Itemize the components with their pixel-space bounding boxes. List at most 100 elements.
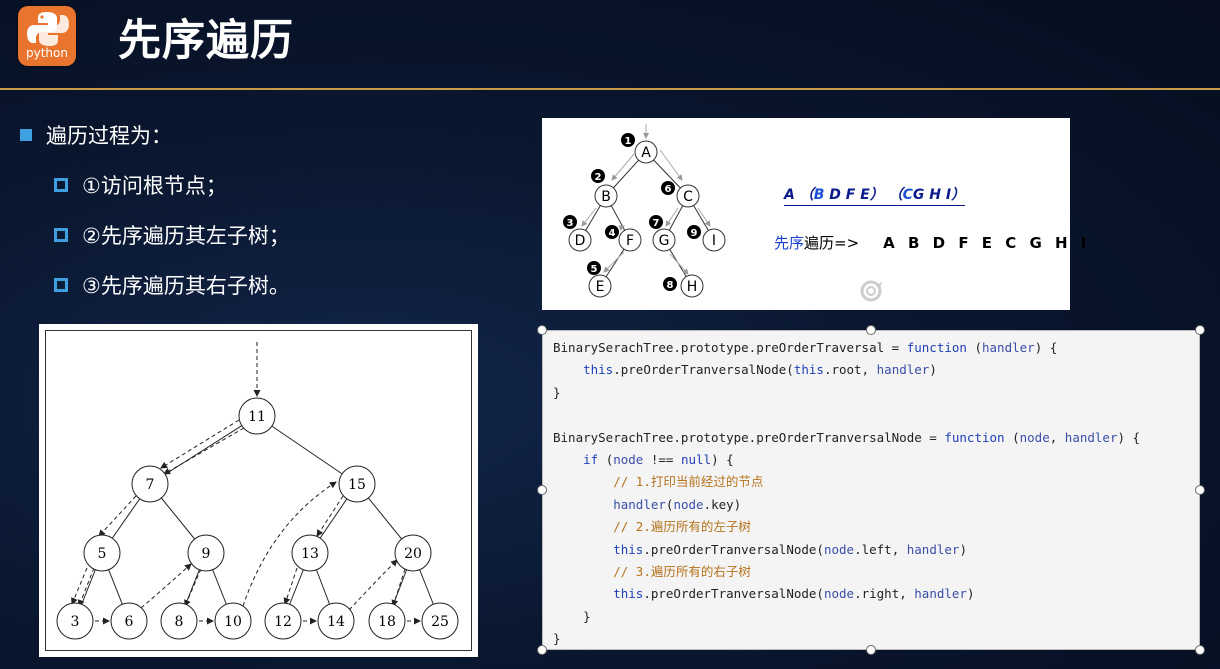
resize-handle[interactable] bbox=[1195, 485, 1205, 495]
code-line: } bbox=[553, 606, 1140, 628]
tree-node: E bbox=[588, 274, 612, 298]
tree-node: I bbox=[702, 228, 726, 252]
bullet-main: 遍历过程为： bbox=[20, 120, 172, 150]
preorder-result-line: 先序遍历=> A B D F E C G H I bbox=[774, 232, 1090, 253]
resize-handle[interactable] bbox=[537, 485, 547, 495]
svg-text:A: A bbox=[641, 145, 651, 161]
svg-text:3: 3 bbox=[71, 614, 80, 630]
svg-text:H: H bbox=[687, 279, 698, 295]
code-token: !== bbox=[643, 452, 681, 468]
code-line: BinarySerachTree.prototype.preOrderTranv… bbox=[553, 427, 1140, 449]
seq-paren: ） bbox=[869, 187, 884, 203]
code-token: function bbox=[944, 429, 1005, 445]
code-line: BinarySerachTree.prototype.preOrderTrave… bbox=[553, 337, 1140, 359]
svg-text:7: 7 bbox=[146, 477, 155, 493]
tree-node: F bbox=[618, 228, 642, 252]
svg-text:13: 13 bbox=[301, 546, 319, 562]
resize-handle[interactable] bbox=[537, 645, 547, 655]
resize-handle[interactable] bbox=[866, 325, 876, 335]
bullet-item-text: ②先序遍历其左子树； bbox=[82, 224, 290, 248]
resize-handle[interactable] bbox=[537, 325, 547, 335]
svg-text:D: D bbox=[575, 233, 586, 249]
slide-title: 先序遍历 bbox=[118, 16, 294, 66]
svg-text:25: 25 bbox=[431, 614, 449, 630]
code-token: // 3.遍历所有的右子树 bbox=[613, 564, 751, 580]
code-token: node bbox=[823, 541, 855, 557]
code-line: } bbox=[553, 628, 1140, 650]
svg-text:6: 6 bbox=[125, 614, 134, 630]
bst-node: 6 bbox=[110, 602, 148, 640]
bst-node: 25 bbox=[421, 602, 459, 640]
svg-text:2: 2 bbox=[595, 172, 602, 183]
svg-text:12: 12 bbox=[274, 614, 292, 630]
svg-text:8: 8 bbox=[175, 614, 184, 630]
svg-text:9: 9 bbox=[202, 546, 211, 562]
code-line: } bbox=[553, 382, 1140, 404]
code-line: // 3.遍历所有的右子树 bbox=[553, 561, 1140, 583]
code-block[interactable]: BinarySerachTree.prototype.preOrderTrave… bbox=[542, 330, 1200, 650]
code-token: if bbox=[583, 452, 599, 468]
code-token: ( bbox=[598, 452, 614, 468]
svg-text:10: 10 bbox=[224, 614, 242, 630]
bst-node: 10 bbox=[214, 602, 252, 640]
code-token: this bbox=[793, 362, 824, 378]
slide-header: python 先序遍历 bbox=[0, 0, 1220, 88]
step-badge: 5 bbox=[587, 261, 601, 275]
code-token: ) bbox=[959, 541, 967, 557]
code-line: this.preOrderTranversalNode(node.right, … bbox=[553, 583, 1140, 605]
svg-text:15: 15 bbox=[348, 477, 366, 493]
seq-left-root: B bbox=[813, 187, 825, 203]
code-token: null bbox=[680, 452, 712, 468]
code-token: .right, bbox=[854, 586, 915, 602]
svg-text:6: 6 bbox=[665, 184, 672, 195]
hollow-square-bullet-icon bbox=[54, 228, 68, 242]
code-line: if (node !== null) { bbox=[553, 449, 1140, 471]
logo-text: python bbox=[26, 46, 68, 60]
bst-node: 15 bbox=[338, 465, 376, 503]
tree-node: D bbox=[568, 228, 592, 252]
bst-node: 14 bbox=[317, 602, 355, 640]
svg-text:5: 5 bbox=[591, 264, 598, 275]
rotate-handle-icon[interactable] bbox=[858, 278, 884, 304]
svg-text:11: 11 bbox=[248, 409, 266, 425]
code-token: handler bbox=[613, 496, 666, 512]
bullet-item-text: ①访问根节点； bbox=[82, 174, 227, 198]
code-text: BinarySerachTree.prototype.preOrderTrave… bbox=[553, 337, 1140, 651]
code-token: BinarySerachTree.prototype.preOrderTrave… bbox=[553, 340, 907, 355]
svg-text:3: 3 bbox=[567, 218, 574, 229]
step-badge: 4 bbox=[605, 225, 619, 239]
resize-handle[interactable] bbox=[1195, 645, 1205, 655]
step-badge: 2 bbox=[591, 169, 605, 183]
code-token: handler bbox=[1064, 429, 1118, 445]
bullet-item: ②先序遍历其左子树； bbox=[54, 220, 290, 250]
bst-svg: 11 7 15 5 9 13 20 3 6 8 10 12 14 18 25 bbox=[56, 342, 459, 640]
tree-node: B bbox=[594, 184, 618, 208]
code-line: // 1.打印当前经过的节点 bbox=[553, 471, 1140, 493]
preorder-label-blue: 先序 bbox=[774, 234, 805, 252]
code-token: ) { bbox=[711, 452, 734, 468]
bst-node: 11 bbox=[238, 397, 276, 435]
svg-text:18: 18 bbox=[378, 614, 396, 630]
resize-handle[interactable] bbox=[866, 645, 876, 655]
seq-paren: （ bbox=[888, 187, 903, 203]
step-badge: 7 bbox=[649, 215, 663, 229]
resize-handle[interactable] bbox=[1195, 325, 1205, 335]
code-token: } bbox=[583, 608, 591, 624]
code-token: .key) bbox=[703, 496, 742, 512]
seq-paren: ） bbox=[951, 187, 966, 203]
svg-text:I: I bbox=[712, 233, 716, 249]
code-token: function bbox=[906, 340, 967, 355]
preorder-label-rest: 遍历=> bbox=[804, 234, 860, 252]
tree-node: H bbox=[680, 274, 704, 298]
bst-node: 7 bbox=[131, 465, 169, 503]
code-token: .preOrderTranversalNode( bbox=[643, 541, 824, 557]
code-token: handler bbox=[914, 586, 967, 602]
abc-tree-svg: A B C D F G I E H 1 2 3 4 5 6 7 8 9 bbox=[563, 124, 726, 298]
code-line: handler(node.key) bbox=[553, 494, 1140, 516]
python-logo: python bbox=[18, 6, 76, 66]
code-line: this.preOrderTranversalNode(node.left, h… bbox=[553, 539, 1140, 561]
code-token: ) { bbox=[1117, 429, 1141, 445]
bullet-item: ③先序遍历其右子树。 bbox=[54, 270, 290, 300]
svg-text:1: 1 bbox=[625, 136, 632, 147]
code-line: this.preOrderTranversalNode(this.root, h… bbox=[553, 359, 1140, 381]
